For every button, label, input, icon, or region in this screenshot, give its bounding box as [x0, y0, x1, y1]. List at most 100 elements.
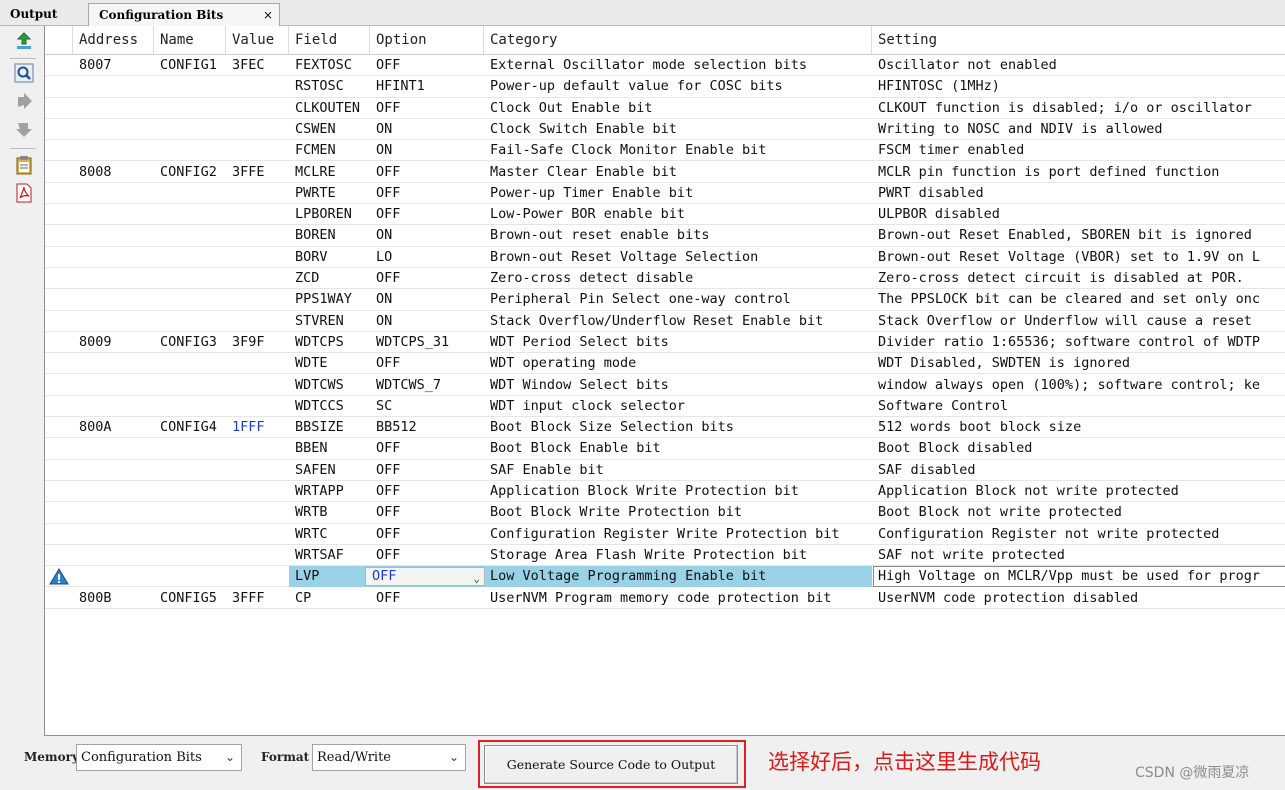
cell-option[interactable]: OFF — [370, 353, 484, 374]
cell-address: 8007 — [79, 57, 112, 73]
pdf-icon[interactable] — [13, 182, 35, 204]
cell-category: Clock Switch Enable bit — [490, 120, 677, 137]
cell-setting: UserNVM code protection disabled — [878, 589, 1139, 606]
warning-icon — [49, 568, 69, 585]
cell-name — [154, 247, 226, 268]
header-option[interactable]: Option — [370, 26, 484, 55]
cell-category: Storage Area Flash Write Protection bit — [490, 546, 807, 563]
table-row[interactable]: LVP OFF ⌄ Low Voltage Programming Enable bi… — [45, 566, 1285, 588]
cell-setting: Stack Overflow or Underflow will cause a… — [878, 312, 1252, 329]
table-row[interactable]: RSTOSC HFINT1 Power-up default value for C… — [45, 76, 1285, 98]
export-icon[interactable] — [13, 30, 35, 52]
cell-option[interactable]: OFF — [370, 204, 484, 225]
generate-source-code-button[interactable]: Generate Source Code to Output — [484, 745, 738, 784]
table-row[interactable]: PPS1WAY ON Peripheral Pin Select one-way c… — [45, 289, 1285, 311]
cell-option[interactable]: OFF — [370, 481, 484, 502]
cell-address — [73, 460, 154, 481]
table-row[interactable]: WRTSAF OFF Storage Area Flash Write Protec… — [45, 545, 1285, 567]
cell-address — [73, 524, 154, 545]
cell-value: 1FFF — [232, 419, 265, 436]
table-row[interactable]: WRTB OFF Boot Block Write Protection bit Bo… — [45, 502, 1285, 524]
cell-option[interactable]: OFF — [370, 55, 484, 76]
table-row[interactable]: SAFEN OFF SAF Enable bit SAF disabled — [45, 460, 1285, 481]
table-row[interactable]: CLKOUTEN OFF Clock Out Enable bit CLKOUT fu… — [45, 98, 1285, 119]
cell-option[interactable]: OFF — [370, 162, 484, 183]
cell-setting: CLKOUT function is disabled; i/o or osci… — [878, 99, 1252, 116]
cell-address — [73, 225, 154, 246]
cell-address — [73, 289, 154, 310]
cell-option[interactable]: OFF — [370, 438, 484, 459]
table-row[interactable]: ZCD OFF Zero-cross detect disable Zero-cros… — [45, 268, 1285, 290]
cell-option[interactable]: OFF — [370, 524, 484, 545]
cell-field: BOREN — [295, 227, 336, 244]
cell-option[interactable]: OFF — [370, 502, 484, 523]
table-row[interactable]: 800A CONFIG4 1FFF BBSIZE BB512 Boot Block Siz… — [45, 417, 1285, 439]
cell-option[interactable]: WDTCPS_31 — [370, 332, 484, 353]
table-row[interactable]: WDTCWS WDTCWS_7 WDT Window Select bits wind… — [45, 375, 1285, 396]
cell-option[interactable]: OFF — [370, 588, 484, 609]
cell-option[interactable]: ON — [370, 119, 484, 140]
table-row[interactable]: BBEN OFF Boot Block Enable bit Boot Block d… — [45, 438, 1285, 460]
table-row[interactable]: WDTE OFF WDT operating mode WDT Disabled, S… — [45, 353, 1285, 375]
move-down-icon[interactable] — [13, 90, 35, 112]
cell-value: 3F9F — [232, 333, 265, 350]
cell-option[interactable]: ON — [370, 225, 484, 246]
cell-category: SAF Enable bit — [490, 461, 604, 478]
cell-name — [154, 204, 226, 225]
move-up-icon[interactable] — [13, 118, 35, 140]
header-field[interactable]: Field — [289, 26, 370, 55]
cell-option[interactable]: SC — [370, 396, 484, 417]
tab-configuration-bits[interactable]: Configuration Bits × — [88, 3, 280, 26]
memory-select[interactable]: Configuration Bits ⌄ — [76, 744, 242, 771]
cell-option[interactable]: OFF — [370, 98, 484, 119]
cell-name: CONFIG5 — [160, 589, 217, 606]
cell-option[interactable]: OFF — [370, 545, 484, 566]
cell-name — [154, 396, 226, 417]
cell-option[interactable]: LO — [370, 247, 484, 268]
format-select[interactable]: Read/Write ⌄ — [312, 744, 466, 771]
cell-option[interactable]: ON — [370, 140, 484, 161]
table-row[interactable]: PWRTE OFF Power-up Timer Enable bit PWRT di… — [45, 183, 1285, 205]
cell-option[interactable]: OFF — [370, 268, 484, 289]
header-category[interactable]: Category — [484, 26, 872, 55]
search-icon[interactable] — [13, 62, 35, 84]
cell-option[interactable]: ON — [370, 289, 484, 310]
header-value[interactable]: Value — [226, 26, 289, 55]
cell-option[interactable]: OFF — [370, 183, 484, 204]
header-address[interactable]: Address — [73, 26, 154, 55]
cell-setting[interactable]: High Voltage on MCLR/Vpp must be used fo… — [873, 566, 1285, 588]
table-row[interactable]: 8007 CONFIG1 3FEC FEXTOSC OFF External Oscill… — [45, 55, 1285, 77]
table-row[interactable]: STVREN ON Stack Overflow/Underflow Reset E… — [45, 311, 1285, 332]
table-row[interactable]: CSWEN ON Clock Switch Enable bit Writing to… — [45, 119, 1285, 141]
table-row[interactable]: WRTAPP OFF Application Block Write Protect… — [45, 481, 1285, 503]
cell-option[interactable]: OFF — [370, 460, 484, 481]
cell-option[interactable]: WDTCWS_7 — [370, 375, 484, 396]
table-row[interactable]: 8008 CONFIG2 3FFE MCLRE OFF Master Clear Enab… — [45, 162, 1285, 183]
cell-value — [226, 247, 289, 268]
cell-setting: HFINTOSC (1MHz) — [878, 78, 1000, 95]
table-row[interactable]: WRTC OFF Configuration Register Write Prot… — [45, 524, 1285, 545]
option-select[interactable]: OFF ⌄ — [365, 567, 485, 587]
cell-name — [154, 98, 226, 119]
clipboard-icon[interactable] — [13, 154, 35, 176]
cell-category: Stack Overflow/Underflow Reset Enable bi… — [490, 312, 824, 329]
cell-name: CONFIG2 — [160, 163, 217, 180]
table-row[interactable]: FCMEN ON Fail-Safe Clock Monitor Enable bi… — [45, 140, 1285, 162]
header-name[interactable]: Name — [154, 26, 226, 55]
cell-setting: PWRT disabled — [878, 184, 984, 201]
format-label: Format — [261, 750, 310, 764]
table-row[interactable]: WDTCCS SC WDT input clock selector Software… — [45, 396, 1285, 418]
table-row[interactable]: BORV LO Brown-out Reset Voltage Selection B… — [45, 247, 1285, 268]
table-row[interactable]: LPBOREN OFF Low-Power BOR enable bit ULPBOR… — [45, 204, 1285, 226]
cell-option[interactable]: HFINT1 — [370, 76, 484, 97]
cell-address — [73, 545, 154, 566]
close-icon[interactable]: × — [263, 4, 273, 26]
tab-output[interactable]: Output — [0, 3, 88, 26]
table-row[interactable]: 800B CONFIG5 3FFF CP OFF UserNVM Program memo… — [45, 588, 1285, 609]
table-row[interactable]: 8009 CONFIG3 3F9F WDTCPS WDTCPS_31 WDT Period… — [45, 332, 1285, 354]
cell-option[interactable]: ON — [370, 311, 484, 332]
header-setting[interactable]: Setting — [872, 26, 1285, 55]
table-row[interactable]: BOREN ON Brown-out reset enable bits Brown-… — [45, 225, 1285, 247]
cell-option[interactable]: BB512 — [370, 417, 484, 438]
cell-value: 3FFF — [232, 589, 265, 606]
